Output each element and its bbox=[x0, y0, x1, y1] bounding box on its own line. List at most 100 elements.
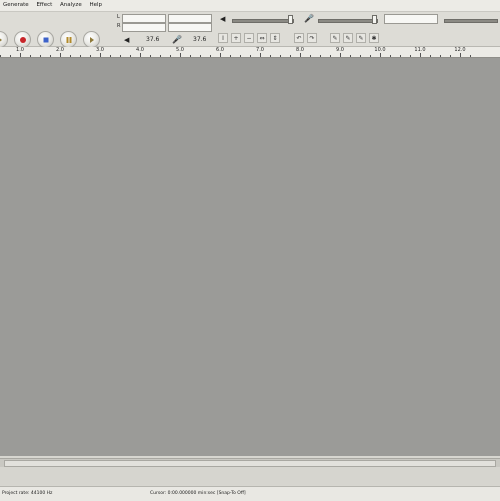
status-cursor: Cursor: 0:00.000000 min:sec [Snap-To Off… bbox=[150, 491, 246, 496]
record-volume-thumb[interactable] bbox=[372, 15, 377, 24]
speaker-icon: ◀ bbox=[124, 36, 130, 44]
zoom-in-icon[interactable]: + bbox=[231, 33, 241, 43]
record-button[interactable] bbox=[14, 31, 31, 48]
ibeam-tool-icon[interactable]: I bbox=[218, 33, 228, 43]
timeline-ruler[interactable]: 1.0 2.0 3.0 4.0 5.0 6.0 7.0 8.0 9.0 10.0 11.0 12.0 bbox=[0, 47, 500, 58]
extra-slider[interactable] bbox=[444, 19, 498, 23]
skip-start-button[interactable] bbox=[0, 31, 8, 48]
ruler-tick bbox=[360, 55, 361, 57]
skip-end-icon bbox=[89, 36, 94, 43]
ruler-major-tick bbox=[180, 53, 181, 57]
playback-speaker-icon: ◀ bbox=[220, 15, 226, 23]
ruler-major-tick bbox=[20, 53, 21, 57]
ruler-tick bbox=[370, 55, 371, 57]
pause-button[interactable] bbox=[60, 31, 77, 48]
playback-volume-thumb[interactable] bbox=[288, 15, 293, 24]
input-source-select[interactable] bbox=[384, 14, 438, 24]
ruler-tick bbox=[350, 55, 351, 57]
menu-bar: Generate Effect Analyze Help bbox=[0, 0, 500, 12]
ruler-tick bbox=[200, 55, 201, 57]
ruler-tick bbox=[90, 55, 91, 57]
ruler-tick bbox=[170, 55, 171, 57]
meter-left-label: L bbox=[117, 14, 120, 20]
ruler-major-tick bbox=[140, 53, 141, 57]
track-area[interactable] bbox=[0, 58, 500, 456]
envelope-tool-icon[interactable]: ✎ bbox=[343, 33, 353, 43]
output-volume-value: 37.6 bbox=[146, 36, 160, 43]
ruler-major-tick bbox=[420, 53, 421, 57]
draw-tool-icon[interactable]: ✎ bbox=[330, 33, 340, 43]
multi-tool-icon[interactable]: ✱ bbox=[369, 33, 379, 43]
menu-help[interactable]: Help bbox=[86, 0, 105, 11]
output-meter-left[interactable] bbox=[122, 14, 166, 23]
fit-selection-icon[interactable]: ⇔ bbox=[257, 33, 267, 43]
ruler-tick bbox=[160, 55, 161, 57]
ruler-tick bbox=[210, 55, 211, 57]
menu-effect[interactable]: Effect bbox=[33, 0, 55, 11]
record-volume-slider[interactable] bbox=[318, 19, 378, 23]
ruler-tick bbox=[290, 55, 291, 57]
ruler-tick bbox=[270, 55, 271, 57]
ruler-tick bbox=[40, 55, 41, 57]
ruler-tick bbox=[400, 55, 401, 57]
selection-toolbar bbox=[0, 467, 500, 485]
input-meter-right[interactable] bbox=[168, 23, 212, 32]
ruler-tick bbox=[10, 55, 11, 57]
toolbar: L R ◀ 37.6 🎤 37.6 I + − ⇔ ⇕ ↶ ↷ ✎ ✎ ✎ ✱ … bbox=[0, 12, 500, 48]
ruler-tick bbox=[110, 55, 111, 57]
output-meter-right[interactable] bbox=[122, 23, 166, 32]
ruler-major-tick bbox=[60, 53, 61, 57]
ruler-major-tick bbox=[340, 53, 341, 57]
ruler-tick bbox=[120, 55, 121, 57]
ruler-tick bbox=[30, 55, 31, 57]
scrollbar-thumb[interactable] bbox=[4, 460, 496, 467]
ruler-tick bbox=[50, 55, 51, 57]
ruler-tick bbox=[320, 55, 321, 57]
playback-volume-slider[interactable] bbox=[232, 19, 294, 23]
ruler-tick bbox=[410, 55, 411, 57]
input-volume-value: 37.6 bbox=[193, 36, 207, 43]
ruler-major-tick bbox=[380, 53, 381, 57]
menu-analyze[interactable]: Analyze bbox=[57, 0, 85, 11]
ruler-tick bbox=[440, 55, 441, 57]
ruler-tick bbox=[190, 55, 191, 57]
status-bar: Project rate: 44100 Hz Cursor: 0:00.0000… bbox=[0, 486, 500, 501]
ruler-tick bbox=[450, 55, 451, 57]
status-rate: Project rate: 44100 Hz bbox=[2, 491, 53, 496]
fit-project-icon[interactable]: ⇕ bbox=[270, 33, 280, 43]
ruler-tick bbox=[70, 55, 71, 57]
ruler-tick bbox=[470, 55, 471, 57]
menu-generate[interactable]: Generate bbox=[0, 0, 32, 11]
stop-icon bbox=[43, 37, 48, 42]
record-mic-icon: 🎤 bbox=[304, 14, 314, 23]
ruler-tick bbox=[250, 55, 251, 57]
stop-button[interactable] bbox=[37, 31, 54, 48]
ruler-tick bbox=[150, 55, 151, 57]
ruler-tick bbox=[280, 55, 281, 57]
ruler-major-tick bbox=[220, 53, 221, 57]
ruler-tick bbox=[130, 55, 131, 57]
ruler-tick bbox=[310, 55, 311, 57]
ruler-tick bbox=[80, 55, 81, 57]
ruler-major-tick bbox=[460, 53, 461, 57]
ruler-tick bbox=[230, 55, 231, 57]
ruler-tick bbox=[0, 55, 1, 57]
meter-right-label: R bbox=[117, 23, 121, 29]
ruler-major-tick bbox=[260, 53, 261, 57]
skip-start-icon bbox=[0, 36, 2, 43]
ruler-tick bbox=[390, 55, 391, 57]
undo-icon[interactable]: ↶ bbox=[294, 33, 304, 43]
skip-end-button[interactable] bbox=[83, 31, 100, 48]
ruler-major-tick bbox=[300, 53, 301, 57]
ruler-tick bbox=[330, 55, 331, 57]
zoom-out-icon[interactable]: − bbox=[244, 33, 254, 43]
time-shift-icon[interactable]: ✎ bbox=[356, 33, 366, 43]
record-icon bbox=[19, 36, 26, 43]
ruler-major-tick bbox=[100, 53, 101, 57]
pause-icon bbox=[66, 36, 71, 43]
ruler-tick bbox=[430, 55, 431, 57]
microphone-icon: 🎤 bbox=[172, 35, 182, 44]
horizontal-scrollbar[interactable] bbox=[0, 458, 500, 467]
redo-icon[interactable]: ↷ bbox=[307, 33, 317, 43]
input-meter-left[interactable] bbox=[168, 14, 212, 23]
